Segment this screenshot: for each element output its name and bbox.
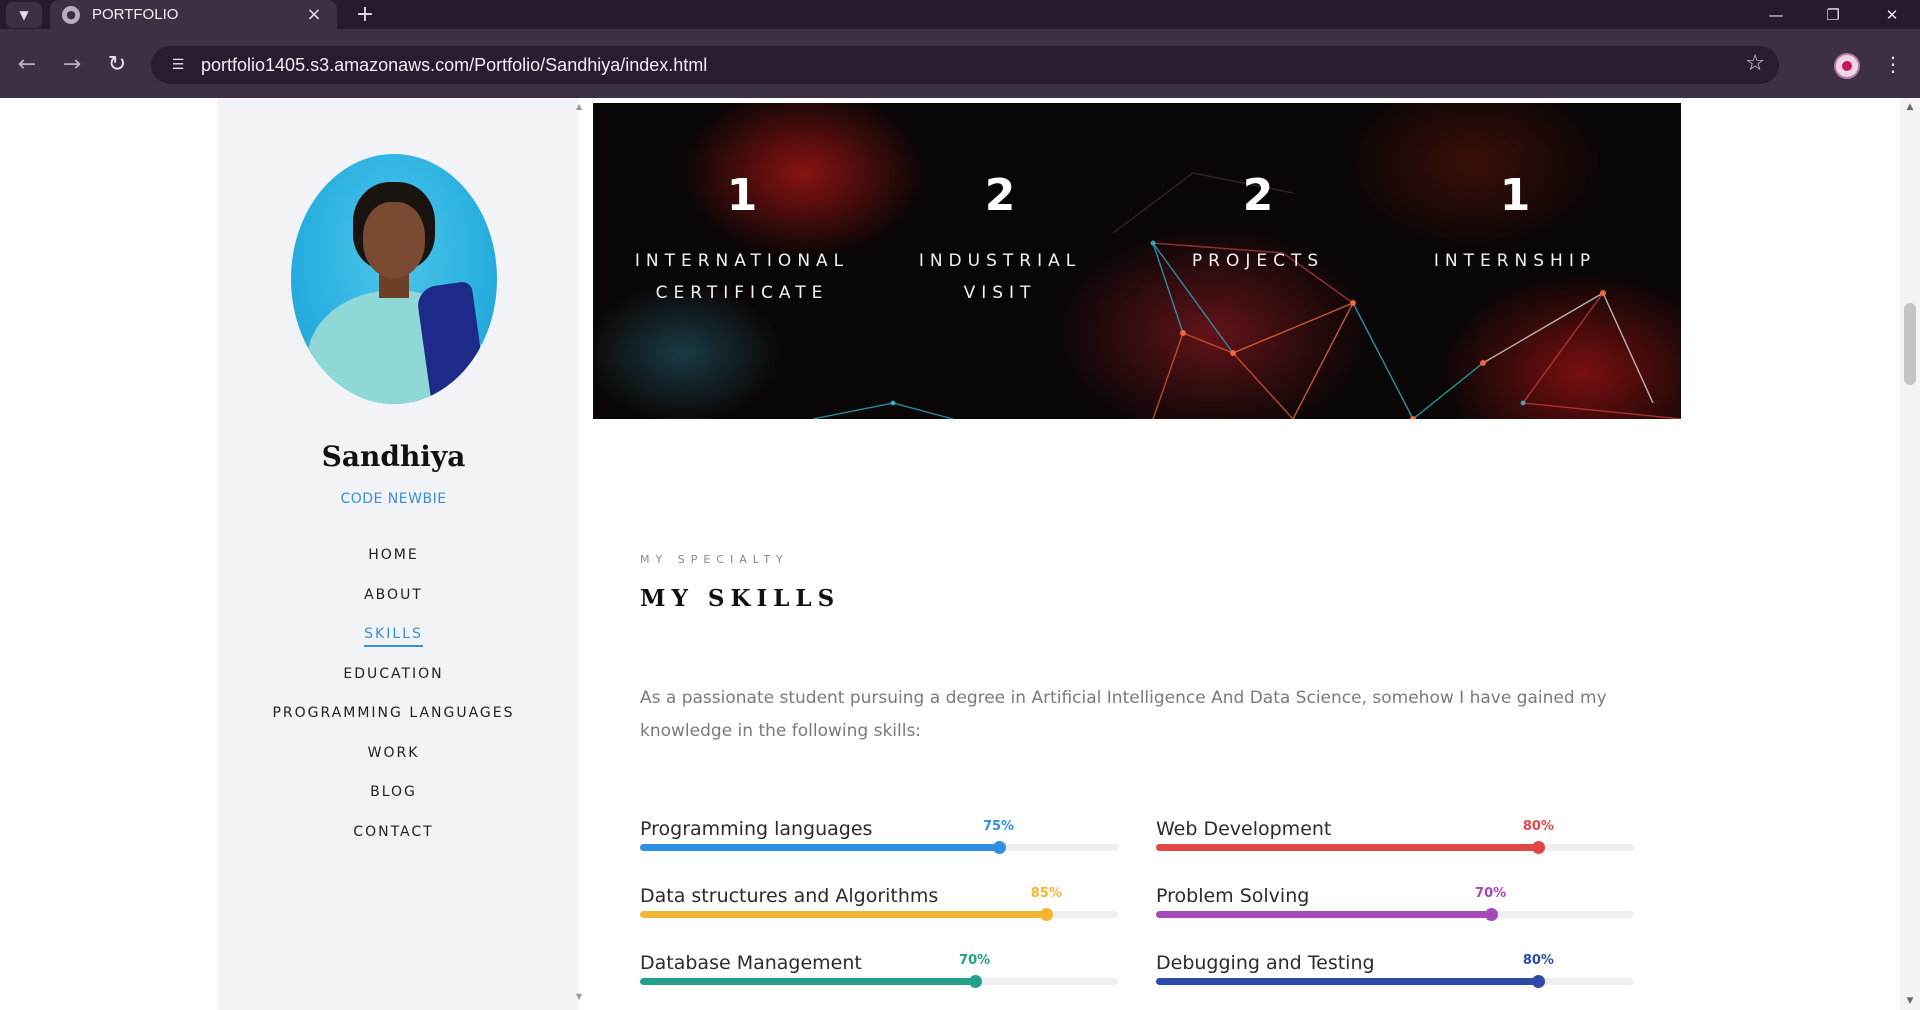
- scrollbar-thumb[interactable]: [1904, 303, 1916, 385]
- scroll-down-icon[interactable]: ▼: [1905, 996, 1915, 1006]
- scroll-up-icon[interactable]: ▲: [1905, 102, 1915, 112]
- nav-home[interactable]: HOME: [218, 547, 569, 563]
- skill-percent: 80%: [1522, 819, 1554, 834]
- skill-progress-knob: [992, 841, 1006, 854]
- skill-name: Database Management: [640, 952, 862, 974]
- plus-icon: +: [355, 2, 375, 27]
- nav-contact[interactable]: CONTACT: [218, 824, 569, 840]
- restore-icon[interactable]: ❐: [1805, 0, 1861, 29]
- stat-internship: 1 INTERNSHIP: [1395, 169, 1635, 277]
- stat-label: INTERNSHIP: [1433, 251, 1597, 271]
- skill-progress-knob: [968, 975, 982, 988]
- forward-icon[interactable]: →: [57, 49, 87, 79]
- skill-progress-knob: [1532, 975, 1546, 988]
- skill-progress-knob: [1040, 908, 1054, 921]
- skill-percent: 85%: [1030, 886, 1062, 901]
- stat-international-certificate: 1 INTERNATIONAL CERTIFICATE: [622, 169, 862, 309]
- stat-projects: 2 PROJECTS: [1138, 169, 1378, 277]
- skill-progress-knob: [1484, 908, 1498, 921]
- star-icon[interactable]: ☆: [1745, 51, 1765, 76]
- nav-skills[interactable]: SKILLS: [218, 626, 569, 647]
- skills-intro: As a passionate student pursuing a degre…: [640, 688, 1607, 741]
- skill-progress-fill: [640, 911, 1047, 918]
- back-icon[interactable]: ←: [12, 49, 42, 79]
- skill-name: Web Development: [1156, 818, 1332, 840]
- profile-name: Sandhiya: [321, 440, 466, 473]
- skill-data-structures-and-algorithms: Data structures and Algorithms 85%: [640, 885, 1118, 935]
- stat-number: 2: [1242, 170, 1274, 221]
- skill-web-development: Web Development 80%: [1156, 818, 1634, 868]
- section-title: MY SKILLS: [640, 585, 841, 612]
- skill-name: Problem Solving: [1156, 885, 1310, 907]
- skill-progress-fill: [1156, 911, 1491, 918]
- skill-percent: 70%: [959, 953, 991, 968]
- stat-number: 1: [1499, 170, 1531, 221]
- tab-title: PORTFOLIO: [92, 6, 179, 23]
- stats-banner: 1 INTERNATIONAL CERTIFICATE 2 INDUSTRIAL V…: [593, 103, 1681, 419]
- sidebar-scroll-down-icon[interactable]: ▼: [576, 992, 586, 1002]
- skill-percent: 70%: [1475, 886, 1507, 901]
- tab-search-button[interactable]: ▼: [6, 2, 42, 28]
- skill-progress-track: 70%: [1156, 886, 1634, 921]
- new-tab-button[interactable]: +: [350, 0, 380, 29]
- stat-number: 2: [984, 170, 1016, 221]
- nav-blog[interactable]: BLOG: [218, 784, 569, 800]
- stat-number: 1: [726, 170, 758, 221]
- page-scrollbar[interactable]: ▲ ▼: [1900, 98, 1920, 1010]
- nav-programming-languages[interactable]: PROGRAMMING LANGUAGES: [218, 705, 569, 721]
- globe-icon: ●: [62, 5, 80, 24]
- skill-progress-track: 80%: [1156, 953, 1634, 988]
- skill-progress-fill: [640, 844, 999, 851]
- close-window-icon[interactable]: ✕: [1864, 0, 1920, 29]
- nav-work[interactable]: WORK: [218, 745, 569, 761]
- skill-progress-fill: [640, 978, 975, 985]
- skill-percent: 75%: [982, 819, 1015, 834]
- close-icon[interactable]: ×: [303, 4, 325, 25]
- profile-photo: [291, 154, 497, 404]
- browser-toolbar: ← → ↻ ☰ portfolio1405.s3.amazonaws.com/P…: [0, 29, 1920, 98]
- address-bar[interactable]: ☰ portfolio1405.s3.amazonaws.com/Portfol…: [151, 46, 1779, 84]
- stat-label: INDUSTRIAL VISIT: [918, 251, 1082, 303]
- nav-education[interactable]: EDUCATION: [218, 666, 569, 682]
- skill-name: Debugging and Testing: [1156, 952, 1375, 974]
- skill-progress-fill: [1156, 978, 1539, 985]
- kebab-menu-icon[interactable]: ⋮: [1880, 49, 1906, 79]
- nav-about[interactable]: ABOUT: [218, 587, 569, 603]
- skill-progress-track: 75%: [640, 819, 1118, 854]
- skill-progress-track: 70%: [640, 953, 1118, 988]
- sidebar-scroll-up-icon[interactable]: ▲: [576, 102, 586, 112]
- browser-tab[interactable]: ● PORTFOLIO ×: [50, 0, 337, 29]
- skill-progress-track: 80%: [1156, 819, 1634, 854]
- section-eyebrow: MY SPECIALTY: [640, 553, 789, 566]
- skill-progress-track: 85%: [640, 886, 1118, 921]
- url-text[interactable]: portfolio1405.s3.amazonaws.com/Portfolio…: [201, 55, 1779, 76]
- skill-database-management: Database Management 70%: [640, 952, 1118, 1002]
- stat-label: PROJECTS: [1191, 251, 1325, 271]
- skill-name: Programming languages: [640, 818, 873, 840]
- skill-programming-languages: Programming languages 75%: [640, 818, 1118, 868]
- skill-name: Data structures and Algorithms: [640, 885, 939, 907]
- site-info-icon[interactable]: ☰: [167, 54, 189, 76]
- browser-tab-strip: ▼ ● PORTFOLIO × + — ❐ ✕: [0, 0, 1920, 29]
- skill-progress-knob: [1532, 841, 1546, 854]
- minimize-icon[interactable]: —: [1748, 0, 1804, 29]
- stat-label: INTERNATIONAL CERTIFICATE: [634, 251, 850, 303]
- page-viewport: Sandhiya CODE NEWBIE HOME ABOUT SKILLS E…: [0, 98, 1920, 1010]
- reload-icon[interactable]: ↻: [102, 49, 132, 79]
- profile-avatar[interactable]: [1834, 53, 1860, 79]
- skill-percent: 80%: [1522, 953, 1554, 968]
- chevron-down-icon: ▼: [19, 8, 29, 22]
- skill-problem-solving: Problem Solving 70%: [1156, 885, 1634, 935]
- skill-debugging-and-testing: Debugging and Testing 80%: [1156, 952, 1634, 1002]
- skill-progress-fill: [1156, 844, 1539, 851]
- sidebar: Sandhiya CODE NEWBIE HOME ABOUT SKILLS E…: [218, 98, 579, 1010]
- profile-role: CODE NEWBIE: [340, 491, 447, 507]
- stat-industrial-visit: 2 INDUSTRIAL VISIT: [880, 169, 1120, 309]
